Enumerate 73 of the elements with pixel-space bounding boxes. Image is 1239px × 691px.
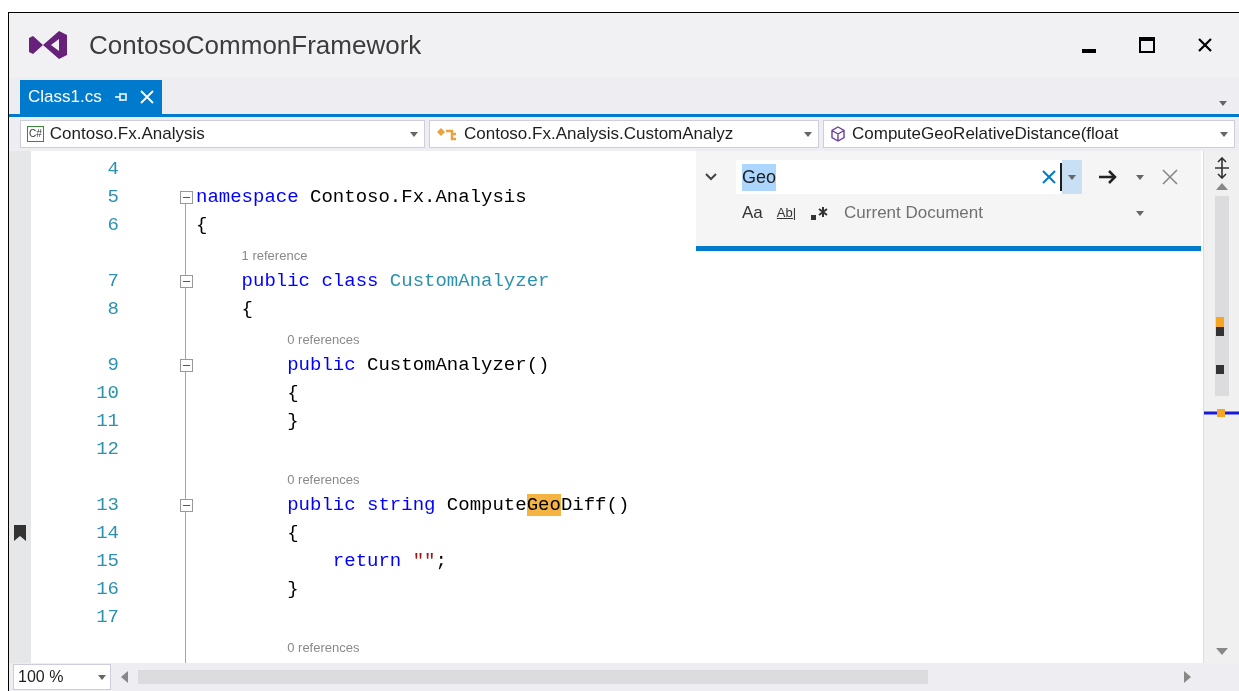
dropdown-caret-icon [98, 674, 106, 680]
code-line: public string ComputeGeoDiff() [286, 492, 630, 518]
line-number: 7 [106, 268, 119, 294]
collapse-icon[interactable] [180, 190, 193, 204]
line-number: 8 [106, 296, 119, 322]
line-number: 16 [95, 576, 119, 602]
line-number: 5 [106, 184, 119, 210]
line-number: 15 [95, 548, 119, 574]
code-line: } [286, 408, 299, 434]
class-icon [436, 126, 458, 142]
line-number: 13 [95, 492, 119, 518]
collapse-icon[interactable] [180, 498, 193, 512]
collapse-icon[interactable] [180, 358, 193, 372]
code-line: public CustomAnalyzer() [286, 352, 550, 378]
file-type-label: C# [27, 126, 44, 142]
split-icon[interactable] [1213, 157, 1230, 179]
line-number: 12 [95, 436, 119, 462]
code-line: public class CustomAnalyzer [240, 268, 550, 294]
dropdown-caret-icon [410, 131, 418, 137]
maximize-button[interactable] [1139, 37, 1155, 53]
match-case-button[interactable]: Aa [742, 200, 763, 226]
history-dropdown-button[interactable] [1062, 160, 1082, 194]
line-number: 14 [95, 520, 119, 546]
pin-icon[interactable] [113, 91, 128, 103]
scroll-thumb[interactable] [1214, 196, 1229, 396]
code-line: { [286, 520, 299, 546]
scroll-up-icon[interactable] [1215, 183, 1228, 190]
arrow-right-icon[interactable] [1098, 169, 1118, 185]
line-number: 10 [95, 380, 119, 406]
navigation-dropdown[interactable]: C# Contoso.Fx.Analysis [20, 120, 425, 148]
code-line: { [286, 380, 299, 406]
dropdown-caret-icon [1220, 131, 1228, 137]
reference-count[interactable]: 0 references [287, 469, 360, 489]
line-number: 6 [106, 212, 119, 238]
window-title: ContosoCommonFramework [89, 28, 422, 62]
tab-list-caret-icon [1219, 101, 1227, 106]
search-field[interactable]: Geo [736, 160, 1082, 194]
vertical-scrollbar[interactable] [1203, 151, 1239, 663]
document-tab[interactable]: Class1.cs [20, 80, 162, 114]
expand-chevron-icon[interactable] [704, 172, 718, 182]
dropdown-caret-icon [1136, 210, 1145, 216]
match-whole-word-button[interactable]: Ab| [776, 203, 797, 223]
code-line: { [196, 212, 208, 238]
search-scope-dropdown[interactable]: Current Document [844, 200, 1145, 226]
scroll-left-icon[interactable] [121, 671, 128, 683]
caret-position-marker-icon [1204, 409, 1239, 417]
navigation-dropdown[interactable]: ComputeGeoRelativeDistance(float [823, 120, 1235, 148]
scroll-right-icon[interactable] [1184, 671, 1191, 683]
app-logo-icon [29, 29, 69, 61]
bookmark-marker-icon [1216, 365, 1224, 374]
code-line: } [286, 576, 299, 602]
line-number: 9 [106, 352, 119, 378]
dropdown-caret-icon [1068, 174, 1076, 180]
bookmark-marker-icon [1216, 327, 1224, 336]
reference-count[interactable]: 0 references [287, 329, 360, 349]
reference-count[interactable]: 0 references [287, 637, 360, 657]
match-marker-icon [1216, 317, 1224, 327]
navigation-dropdown[interactable]: Contoso.Fx.Analysis.CustomAnalyz [429, 120, 819, 148]
code-line: return ""; [331, 548, 447, 574]
collapse-icon[interactable] [180, 274, 193, 288]
code-line: namespace Contoso.Fx.Analysis [196, 184, 527, 210]
zoom-dropdown[interactable]: 100 % [13, 664, 111, 690]
dropdown-caret-icon [804, 131, 812, 137]
scroll-down-icon[interactable] [1215, 648, 1228, 655]
reference-count[interactable]: 1 reference [241, 245, 308, 265]
dropdown-caret-icon [1136, 174, 1144, 180]
code-line: { [240, 296, 253, 322]
clear-icon[interactable] [1042, 170, 1056, 184]
close-icon[interactable] [1162, 169, 1178, 185]
cube-icon [830, 126, 846, 142]
line-number: 4 [106, 156, 119, 182]
line-number: 17 [95, 604, 119, 630]
line-number: 11 [95, 408, 119, 434]
